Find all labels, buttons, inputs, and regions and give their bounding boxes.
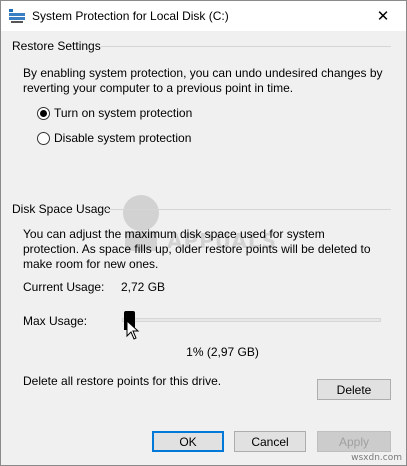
radio-turn-on-protection[interactable]: Turn on system protection — [37, 106, 192, 120]
delete-button[interactable]: Delete — [317, 379, 391, 400]
system-protection-icon — [9, 9, 25, 23]
radio-button-unchecked[interactable] — [37, 131, 50, 145]
max-usage-slider-track[interactable] — [122, 318, 381, 322]
cancel-button[interactable]: Cancel — [234, 431, 306, 452]
radio-label-disable: Disable system protection — [54, 131, 192, 145]
close-icon: ✕ — [376, 8, 390, 25]
current-usage-label: Current Usage: — [23, 280, 105, 294]
close-button[interactable]: ✕ — [360, 1, 406, 31]
title-bar[interactable]: System Protection for Local Disk (C:) ✕ — [1, 1, 406, 31]
current-usage-value: 2,72 GB — [121, 280, 166, 294]
disk-space-header: Disk Space Usage — [12, 202, 111, 216]
window-title: System Protection for Local Disk (C:) — [32, 9, 229, 23]
disk-space-divider — [105, 209, 391, 210]
max-usage-label: Max Usage: — [23, 314, 88, 328]
disk-space-description: You can adjust the maximum disk space us… — [23, 227, 371, 271]
restore-settings-label: Restore Settings — [12, 39, 101, 53]
restore-settings-divider — [101, 46, 391, 47]
radio-disable-protection[interactable]: Disable system protection — [37, 131, 191, 145]
dialog-window: System Protection for Local Disk (C:) ✕ … — [0, 0, 407, 466]
mouse-cursor-icon — [126, 320, 140, 340]
radio-button-checked[interactable] — [37, 106, 50, 120]
apply-button: Apply — [317, 431, 391, 452]
delete-restore-points-text: Delete all restore points for this drive… — [23, 374, 222, 388]
footer-watermark: wsxdn.com — [351, 453, 402, 463]
radio-label-turn-on: Turn on system protection — [54, 106, 193, 120]
ok-button[interactable]: OK — [152, 431, 224, 452]
restore-settings-description: By enabling system protection, you can u… — [23, 66, 383, 95]
restore-settings-header: Restore Settings — [12, 39, 101, 53]
max-usage-percent-text: 1% (2,97 GB) — [186, 345, 259, 359]
disk-space-label: Disk Space Usage — [12, 202, 111, 216]
